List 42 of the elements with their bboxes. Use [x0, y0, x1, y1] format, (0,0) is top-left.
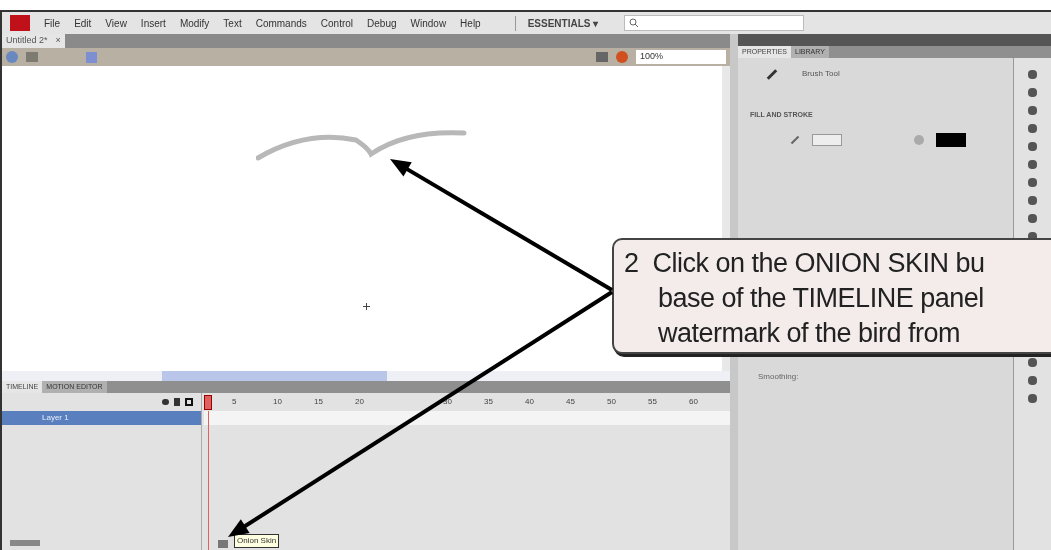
field-label: Smoothing:	[757, 370, 800, 383]
menu-item[interactable]: Commands	[255, 15, 307, 31]
tool-name: Brush Tool	[802, 68, 840, 80]
frame-number: 55	[648, 396, 658, 408]
workspace-switcher[interactable]: ESSENTIALS ▾	[514, 15, 599, 31]
menu-item[interactable]: View	[105, 15, 127, 31]
crosshair-icon	[363, 303, 370, 310]
fill-swatch[interactable]	[936, 132, 966, 147]
menu-item[interactable]: Edit	[74, 15, 92, 31]
app-logo-icon	[10, 15, 30, 31]
frame-number: 50	[607, 396, 617, 408]
eye-icon[interactable]	[162, 399, 169, 405]
menu-item[interactable]: File	[44, 15, 61, 31]
frame-number: 15	[314, 396, 324, 408]
playhead[interactable]	[204, 394, 212, 410]
menu-item[interactable]: Insert	[140, 15, 166, 31]
tooltip: Onion Skin	[234, 534, 280, 548]
frame-number: 40	[525, 396, 535, 408]
menu-item[interactable]: Window	[410, 15, 447, 31]
frame-number: 45	[566, 396, 576, 408]
callout-text: base of the TIMELINE panel	[657, 282, 985, 315]
search-icon	[629, 18, 640, 28]
frame-number: 10	[273, 396, 283, 408]
menu-item[interactable]: Help	[460, 15, 481, 31]
menu-item[interactable]: Control	[320, 15, 354, 31]
stroke-swatch[interactable]	[812, 133, 842, 146]
frame-number: 5	[232, 396, 238, 408]
document-tab[interactable]: Untitled 2* ×	[2, 34, 65, 48]
frame-number: 35	[484, 396, 494, 408]
menu-item[interactable]: Debug	[367, 15, 397, 31]
outline-icon[interactable]	[185, 398, 193, 406]
search-field[interactable]	[624, 15, 805, 31]
menu-item[interactable]: Text	[223, 15, 242, 31]
zoom-field[interactable]: 100%	[636, 50, 726, 64]
callout-text: watermark of the bird from	[657, 317, 962, 350]
callout-text: 2 Click on the ONION SKIN bu	[624, 247, 986, 280]
horizontal-scrollbar[interactable]	[2, 371, 730, 381]
scroll-thumb[interactable]	[162, 371, 387, 381]
frame-number: 20	[355, 396, 365, 408]
layer-row[interactable]: Layer 1	[2, 411, 201, 425]
menu-item[interactable]: Modify	[179, 15, 210, 31]
frame-number: 60	[689, 396, 699, 408]
